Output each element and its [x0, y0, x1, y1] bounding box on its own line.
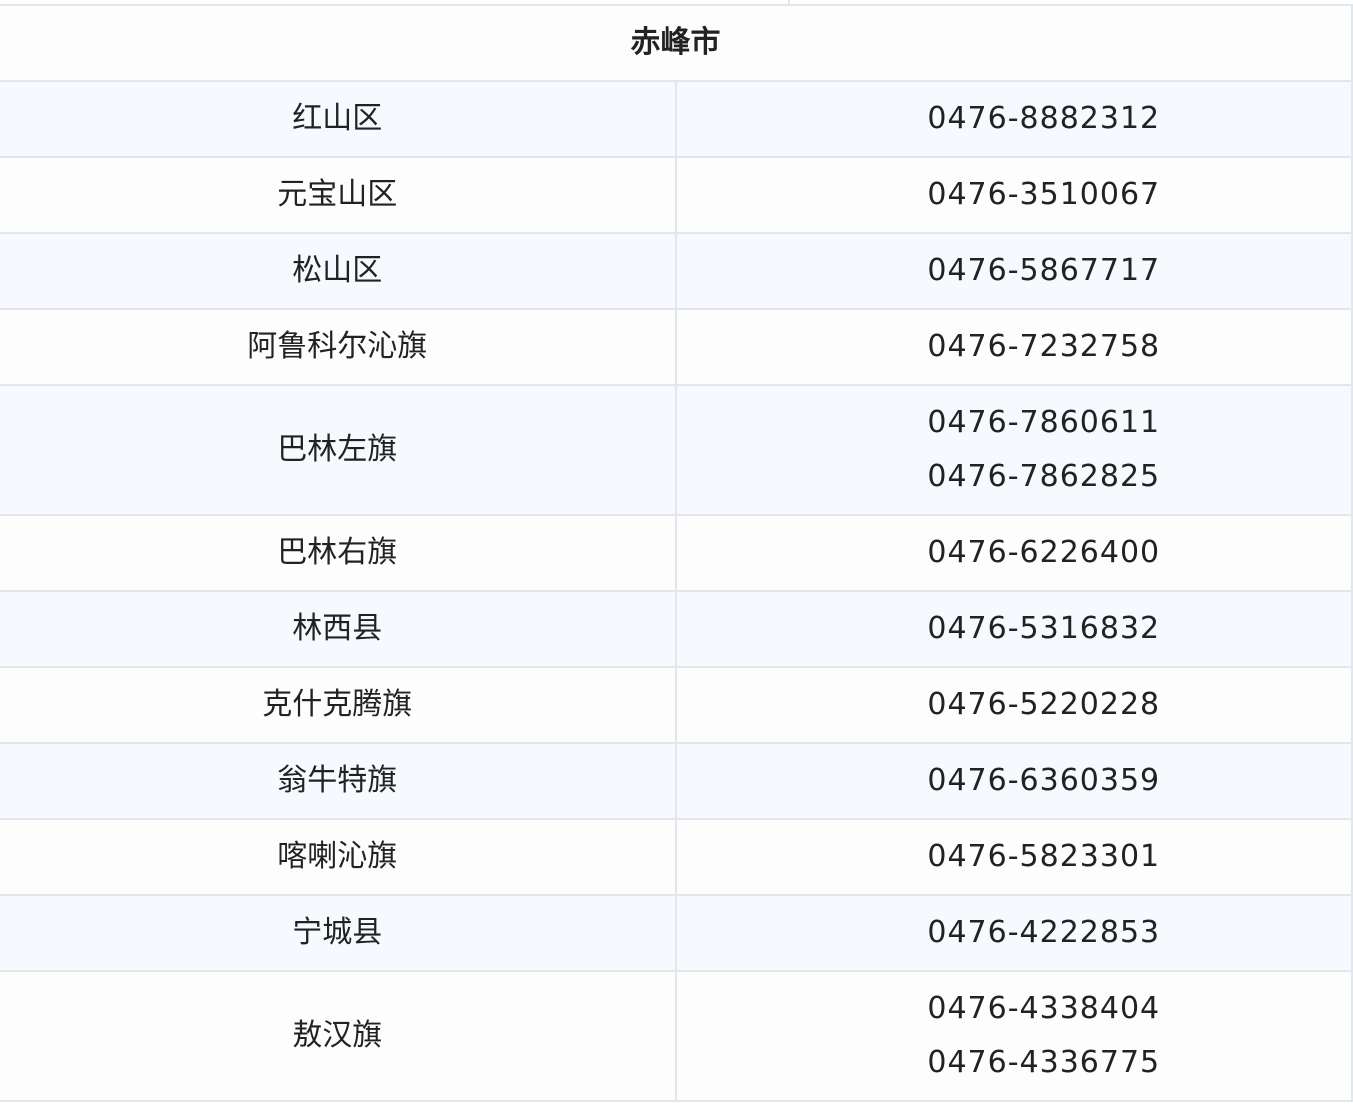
phone-number: 0476-6360359: [927, 763, 1161, 798]
phone-number: 0476-4338404: [927, 991, 1161, 1026]
city-header: 赤峰市: [0, 4, 1351, 82]
district-name-cell: 阿鲁科尔沁旗: [0, 308, 677, 386]
phone-cell: 0476-7232758: [675, 308, 1351, 386]
table-row: 巴林右旗 0476-6226400: [0, 514, 1351, 592]
phone-number: 0476-8882312: [927, 101, 1161, 136]
district-name-cell: 林西县: [0, 590, 677, 668]
district-name-cell: 红山区: [0, 80, 677, 158]
phone-number: 0476-5316832: [927, 611, 1161, 646]
phone-number: 0476-6226400: [927, 535, 1161, 570]
phone-cell: 0476-7860611 0476-7862825: [675, 384, 1351, 516]
table-row: 元宝山区 0476-3510067: [0, 156, 1351, 234]
phone-cell: 0476-6360359: [675, 742, 1351, 820]
phone-cell: 0476-4222853: [675, 894, 1351, 972]
phone-number: 0476-7862825: [927, 459, 1161, 494]
phone-cell: 0476-5867717: [675, 232, 1351, 310]
district-name-cell: 翁牛特旗: [0, 742, 677, 820]
table-row: 敖汉旗 0476-4338404 0476-4336775: [0, 970, 1351, 1102]
table-row: 林西县 0476-5316832: [0, 590, 1351, 668]
district-name-cell: 巴林右旗: [0, 514, 677, 592]
phone-number: 0476-4222853: [927, 915, 1161, 950]
table-row: 红山区 0476-8882312: [0, 80, 1351, 158]
phone-number: 0476-4336775: [927, 1045, 1161, 1080]
contact-table-container: 赤峰市 红山区 0476-8882312 元宝山区 0476-3510067 松山区 04…: [0, 4, 1353, 1102]
phone-number: 0476-3510067: [927, 177, 1161, 212]
table-row: 翁牛特旗 0476-6360359: [0, 742, 1351, 820]
district-name-cell: 敖汉旗: [0, 970, 677, 1102]
phone-cell: 0476-8882312: [675, 80, 1351, 158]
phone-number: 0476-5823301: [927, 839, 1161, 874]
table-row: 巴林左旗 0476-7860611 0476-7862825: [0, 384, 1351, 516]
table-row: 喀喇沁旗 0476-5823301: [0, 818, 1351, 896]
district-name-cell: 元宝山区: [0, 156, 677, 234]
phone-number: 0476-7860611: [927, 405, 1161, 440]
phone-number: 0476-5867717: [927, 253, 1161, 288]
district-name-cell: 巴林左旗: [0, 384, 677, 516]
table-row: 宁城县 0476-4222853: [0, 894, 1351, 972]
phone-cell: 0476-5220228: [675, 666, 1351, 744]
district-name-cell: 喀喇沁旗: [0, 818, 677, 896]
table-header-row: 赤峰市: [0, 4, 1351, 82]
table-row: 松山区 0476-5867717: [0, 232, 1351, 310]
phone-cell: 0476-3510067: [675, 156, 1351, 234]
phone-cell: 0476-5316832: [675, 590, 1351, 668]
table-row: 阿鲁科尔沁旗 0476-7232758: [0, 308, 1351, 386]
table-row: 克什克腾旗 0476-5220228: [0, 666, 1351, 744]
district-name-cell: 松山区: [0, 232, 677, 310]
contact-table: 赤峰市 红山区 0476-8882312 元宝山区 0476-3510067 松山区 04…: [0, 4, 1351, 1102]
phone-cell: 0476-4338404 0476-4336775: [675, 970, 1351, 1102]
phone-number: 0476-5220228: [927, 687, 1161, 722]
district-name-cell: 克什克腾旗: [0, 666, 677, 744]
district-name-cell: 宁城县: [0, 894, 677, 972]
phone-number: 0476-7232758: [927, 329, 1161, 364]
phone-cell: 0476-6226400: [675, 514, 1351, 592]
phone-cell: 0476-5823301: [675, 818, 1351, 896]
